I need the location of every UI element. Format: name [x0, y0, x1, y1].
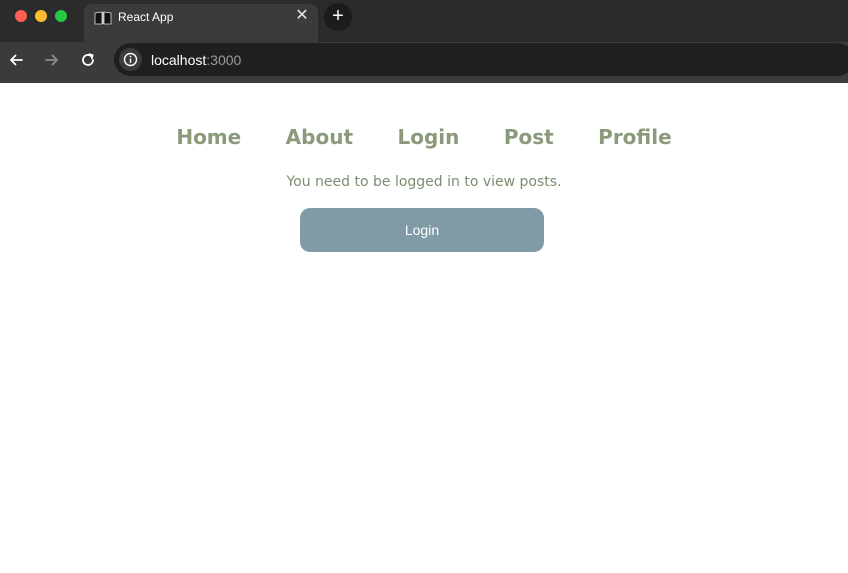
- url-port: :3000: [206, 52, 242, 68]
- nav-link-about[interactable]: About: [286, 123, 353, 151]
- window-close-button[interactable]: [15, 10, 27, 22]
- nav-link-login[interactable]: Login: [397, 123, 459, 151]
- main-nav: Home About Login Post Profile: [0, 123, 848, 151]
- tab-title: React App: [118, 10, 174, 24]
- window-minimize-button[interactable]: [35, 10, 47, 22]
- url-host: localhost: [151, 52, 207, 68]
- address-bar[interactable]: localhost:3000: [114, 43, 848, 76]
- url-text[interactable]: localhost:3000: [151, 51, 241, 69]
- nav-link-post[interactable]: Post: [504, 123, 554, 151]
- page-content: Home About Login Post Profile You need t…: [0, 83, 848, 573]
- browser-toolbar: localhost:3000: [0, 42, 848, 83]
- info-icon: [123, 52, 138, 67]
- browser-tab-bar: React App ✕ +: [0, 0, 848, 42]
- arrow-right-icon[interactable]: [43, 51, 61, 69]
- login-required-message: You need to be logged in to view posts.: [286, 174, 562, 190]
- arrow-left-icon[interactable]: [7, 51, 25, 69]
- login-button[interactable]: Login: [300, 208, 544, 252]
- browser-tab[interactable]: React App ✕: [84, 4, 318, 42]
- window-maximize-button[interactable]: [55, 10, 67, 22]
- open-book-icon: [94, 11, 112, 25]
- nav-link-profile[interactable]: Profile: [598, 123, 672, 151]
- site-info-button[interactable]: [119, 48, 142, 71]
- reload-icon[interactable]: [79, 51, 97, 69]
- new-tab-button[interactable]: +: [324, 3, 352, 31]
- nav-link-home[interactable]: Home: [176, 123, 241, 151]
- close-tab-icon[interactable]: ✕: [294, 8, 310, 24]
